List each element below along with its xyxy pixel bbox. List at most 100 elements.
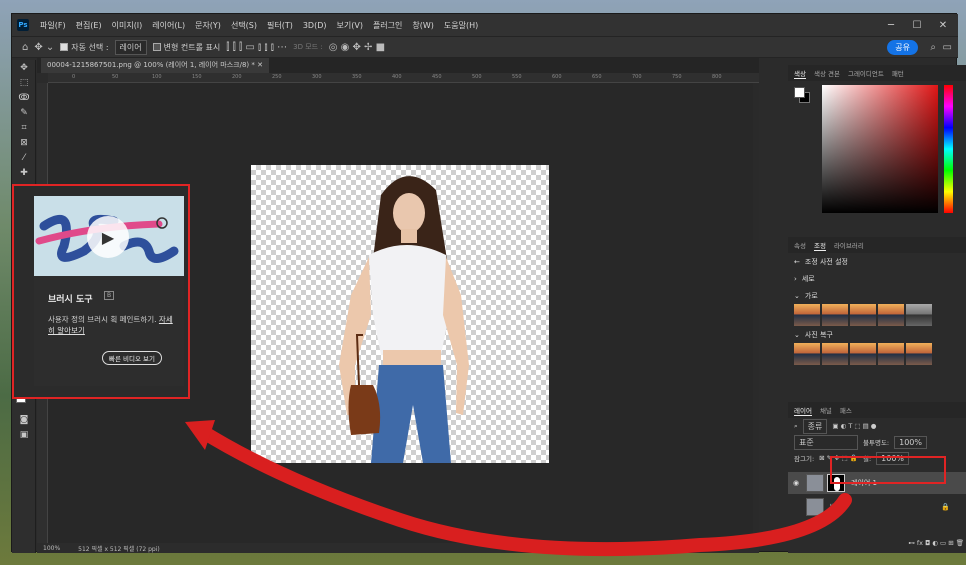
maximize-button[interactable]: ☐ [904,14,930,36]
preset-thumbnail[interactable] [850,343,876,365]
tab-swatches[interactable]: 색상 견본 [814,68,840,78]
layer-mask-highlight [830,456,946,484]
layer-thumbnail [806,498,824,516]
preset-thumbnail[interactable] [878,343,904,365]
document-tab[interactable]: 00004-1215867501.png @ 100% (레이어 1, 레이어 … [41,58,269,73]
tab-adjustments[interactable]: 조정 [813,240,826,251]
workspace-icon[interactable]: ▭ [943,42,952,53]
hue-slider[interactable] [944,85,953,213]
back-arrow-icon[interactable]: ← [794,258,800,266]
color-picker-field[interactable] [822,85,938,213]
preset-thumbnail[interactable] [906,343,932,365]
preset-thumbnail[interactable] [822,304,848,326]
chevron-down-icon: ⌄ [794,291,800,300]
layer-name: 배경 [830,503,843,511]
ruler-tick: 450 [432,74,442,80]
menu-type[interactable]: 문자(Y) [190,20,226,31]
tab-patterns[interactable]: 패턴 [892,68,904,78]
share-button[interactable]: 공유 [887,40,918,55]
tooltip-shortcut: B [104,291,115,300]
photoshop-logo-icon: Ps [17,19,29,31]
healing-tool-icon[interactable]: ✚ [12,165,36,180]
menu-3d[interactable]: 3D(D) [298,21,332,30]
opacity-input[interactable]: 100% [894,435,927,449]
restore-presets [788,343,966,365]
preset-thumbnail[interactable] [850,304,876,326]
auto-select-dropdown[interactable]: 레이어 [114,39,147,55]
menu-filter[interactable]: 필터(T) [262,20,298,31]
close-tab-icon[interactable]: ✕ [257,61,263,69]
adjust-group-label: 사진 복구 [804,330,833,339]
transform-controls-checkbox[interactable]: 변형 컨트롤 표시 [152,42,220,53]
preset-thumbnail[interactable] [822,343,848,365]
ruler-tick: 600 [552,74,562,80]
eye-icon[interactable]: ◉ [793,479,799,487]
menu-file[interactable]: 파일(F) [35,20,71,31]
menu-edit[interactable]: 편집(E) [71,20,107,31]
adjust-group-portrait[interactable]: › 세로 [788,270,966,287]
move-tool-icon[interactable]: ✥ [12,60,36,75]
menu-window[interactable]: 창(W) [407,20,439,31]
menu-view[interactable]: 보기(V) [332,20,368,31]
align-icons[interactable]: ⫿ ⫿ ⫿ ▭ ⫾ ⫾ ⫾ ⋯ [226,42,287,53]
move-tool-icon[interactable]: ✥ ⌄ [34,42,54,53]
menu-help[interactable]: 도움말(H) [439,20,483,31]
chevron-right-icon: › [794,274,797,283]
tooltip-video-thumbnail[interactable]: ▶ [34,196,184,276]
zoom-level[interactable]: 100% [43,545,60,552]
preset-thumbnail[interactable] [794,304,820,326]
preset-thumbnail[interactable] [906,304,932,326]
tab-libraries[interactable]: 라이브러리 [834,240,864,250]
play-icon[interactable]: ▶ [87,216,129,258]
auto-select-checkbox[interactable]: 자동 선택 : [60,42,109,53]
tooltip-title: 브러시 도구 [48,295,93,305]
lasso-tool-icon[interactable]: ↂ [12,90,36,105]
ruler-tick: 250 [272,74,282,80]
screen-mode-icon[interactable]: ▣ [12,427,36,442]
layer-actions[interactable]: ⊷ fx ◘ ◐ ▭ ⊞ 🗑 [902,535,964,551]
document-image[interactable] [251,165,549,463]
home-icon[interactable]: ⌂ [22,42,28,53]
woman-figure-image [339,176,469,463]
canvas-vertical-scrollbar[interactable] [753,83,759,543]
menu-select[interactable]: 선택(S) [226,20,262,31]
tab-gradients[interactable]: 그레이디언트 [848,68,884,78]
minimize-button[interactable]: ─ [878,14,904,36]
foreground-color-swatch[interactable] [794,87,805,98]
adjust-group-label: 세로 [801,274,815,283]
menubar: Ps 파일(F) 편집(E) 이미지(I) 레이어(L) 문자(Y) 선택(S)… [12,14,958,36]
blend-mode-dropdown[interactable]: 표준 [794,434,858,450]
close-button[interactable]: ✕ [930,14,956,36]
adjustment-presets-header[interactable]: ← 조정 사전 설정 [788,253,966,270]
layer-row-background[interactable]: 배경 🔒 [788,496,966,518]
frame-tool-icon[interactable]: ⊠ [12,135,36,150]
search-icon[interactable]: ⌕ [930,42,936,53]
tab-paths[interactable]: 패스 [840,405,852,415]
tab-layers[interactable]: 레이어 [794,405,812,416]
eyedropper-tool-icon[interactable]: ⁄ [12,150,36,165]
menu-plugins[interactable]: 플러그인 [368,20,407,31]
filter-icons[interactable]: ▣ ◐ T ⬚ ▤ ● [832,422,876,430]
quick-mask-icon[interactable]: ◙ [12,412,36,427]
layer-filter-dropdown[interactable]: 종류 [802,418,828,434]
preset-thumbnail[interactable] [878,304,904,326]
quick-select-tool-icon[interactable]: ✎ [12,105,36,120]
tab-color[interactable]: 색상 [794,68,806,79]
quick-video-button[interactable]: 빠른 비디오 보기 [102,351,162,365]
marquee-tool-icon[interactable]: ⬚ [12,75,36,90]
tooltip-description: 사용자 정의 브러시 획 페인트하기. 자세히 알아보기 [48,314,178,336]
tab-properties[interactable]: 속성 [794,240,806,250]
layer-filter-row: ⌕ 종류 ▣ ◐ T ⬚ ▤ ● [788,418,966,434]
landscape-presets [788,304,966,326]
menu-image[interactable]: 이미지(I) [107,20,148,31]
preset-thumbnail[interactable] [794,343,820,365]
adjust-group-landscape[interactable]: ⌄ 가로 [788,287,966,304]
tab-channels[interactable]: 채널 [820,405,832,415]
3d-tools-icon[interactable]: ◎ ◉ ✥ ✢ ■ [329,42,385,53]
menu-layer[interactable]: 레이어(L) [147,20,190,31]
document-info[interactable]: 512 픽셀 x 512 픽셀 (72 ppi) [78,544,160,553]
color-panel-tabs: 색상 색상 견본 그레이디언트 패턴 [788,65,966,81]
horizontal-ruler: 0 50 100 150 200 250 300 350 400 450 500… [48,73,759,83]
crop-tool-icon[interactable]: ⌗ [12,120,36,135]
adjust-group-photo-restore[interactable]: ⌄ 사진 복구 [788,326,966,343]
